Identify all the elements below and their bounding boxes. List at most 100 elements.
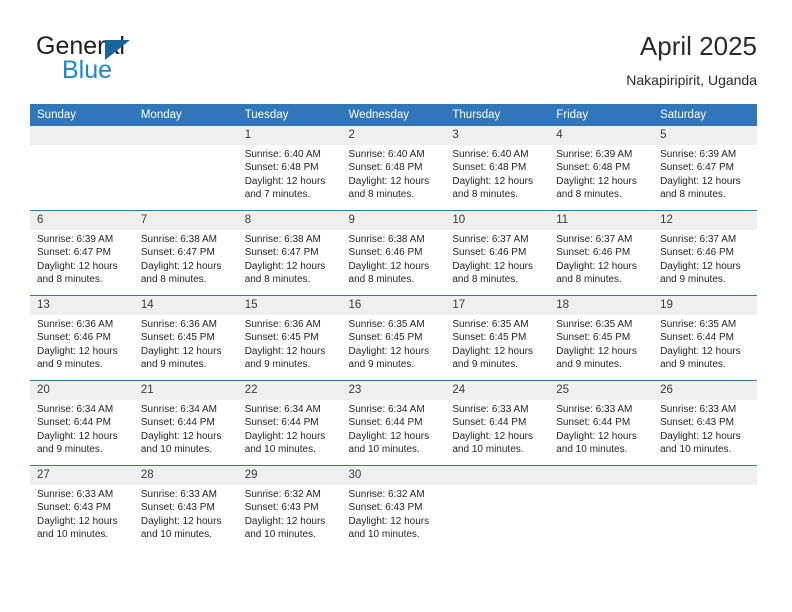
calendar-day-cell[interactable]: 16 Sunrise: 6:35 AM Sunset: 6:45 PM Dayligh… bbox=[341, 295, 446, 381]
sunset-text: Sunset: 6:45 PM bbox=[244, 332, 319, 344]
sunset-text: Sunset: 6:44 PM bbox=[140, 417, 215, 429]
day-cell-inner bbox=[549, 466, 654, 550]
calendar-day-cell[interactable]: 21 Sunrise: 6:34 AM Sunset: 6:44 PM Dayligh… bbox=[133, 380, 238, 466]
day-details: Sunrise: 6:33 AM Sunset: 6:43 PM Daylight:… bbox=[30, 485, 134, 541]
day-number: 30 bbox=[341, 466, 446, 485]
calendar-day-cell[interactable]: 13 Sunrise: 6:36 AM Sunset: 6:46 PM Dayligh… bbox=[30, 295, 134, 381]
calendar-day-cell[interactable]: 2 Sunrise: 6:40 AM Sunset: 6:48 PM Daylight… bbox=[341, 126, 446, 211]
daylight-text-line1: Daylight: 12 hours bbox=[140, 430, 222, 442]
calendar-day-cell[interactable]: 22 Sunrise: 6:34 AM Sunset: 6:44 PM Dayligh… bbox=[237, 380, 342, 466]
calendar-day-cell[interactable]: 20 Sunrise: 6:34 AM Sunset: 6:44 PM Dayligh… bbox=[30, 380, 134, 466]
sunset-text: Sunset: 6:48 PM bbox=[348, 162, 423, 174]
daylight-text-line1: Daylight: 12 hours bbox=[348, 260, 430, 272]
day-details: Sunrise: 6:36 AM Sunset: 6:46 PM Daylight:… bbox=[30, 315, 134, 371]
sunrise-text: Sunrise: 6:38 AM bbox=[244, 234, 321, 245]
calendar-day-cell[interactable]: 4 Sunrise: 6:39 AM Sunset: 6:48 PM Daylight… bbox=[549, 126, 654, 211]
sunset-text: Sunset: 6:43 PM bbox=[348, 502, 423, 514]
daylight-text-line2: and 10 minutes. bbox=[452, 443, 524, 455]
day-details: Sunrise: 6:37 AM Sunset: 6:46 PM Daylight:… bbox=[653, 230, 757, 286]
day-details: Sunrise: 6:35 AM Sunset: 6:45 PM Daylight:… bbox=[445, 315, 549, 371]
calendar-day-cell[interactable]: 14 Sunrise: 6:36 AM Sunset: 6:45 PM Dayligh… bbox=[133, 295, 238, 381]
day-number: 15 bbox=[237, 296, 342, 315]
calendar-day-cell[interactable]: 26 Sunrise: 6:33 AM Sunset: 6:43 PM Dayligh… bbox=[653, 380, 757, 466]
sunrise-text: Sunrise: 6:36 AM bbox=[37, 319, 114, 330]
sunset-text: Sunset: 6:43 PM bbox=[244, 502, 319, 514]
day-cell-inner: 10 Sunrise: 6:37 AM Sunset: 6:46 PM Dayligh… bbox=[445, 211, 550, 295]
calendar-cell-empty bbox=[549, 465, 654, 550]
calendar-day-cell[interactable]: 25 Sunrise: 6:33 AM Sunset: 6:44 PM Dayligh… bbox=[549, 380, 654, 466]
weekday-header-sunday: Sunday bbox=[30, 104, 134, 126]
calendar-day-cell[interactable]: 8 Sunrise: 6:38 AM Sunset: 6:47 PM Daylight… bbox=[237, 210, 342, 296]
day-cell-inner bbox=[445, 466, 550, 550]
sunset-text: Sunset: 6:45 PM bbox=[556, 332, 631, 344]
weekday-header-monday: Monday bbox=[133, 104, 238, 126]
daylight-text-line2: and 9 minutes. bbox=[452, 358, 518, 370]
day-cell-inner: 27 Sunrise: 6:33 AM Sunset: 6:43 PM Dayligh… bbox=[30, 466, 134, 550]
calendar-day-cell[interactable]: 19 Sunrise: 6:35 AM Sunset: 6:44 PM Dayligh… bbox=[653, 295, 757, 381]
sunset-text: Sunset: 6:45 PM bbox=[140, 332, 215, 344]
daylight-text-line1: Daylight: 12 hours bbox=[244, 175, 326, 187]
daylight-text-line1: Daylight: 12 hours bbox=[140, 515, 222, 527]
day-cell-inner: 1 Sunrise: 6:40 AM Sunset: 6:48 PM Daylight… bbox=[237, 126, 342, 210]
calendar-day-cell[interactable]: 11 Sunrise: 6:37 AM Sunset: 6:46 PM Dayligh… bbox=[549, 210, 654, 296]
brand-name-blue: Blue bbox=[62, 56, 113, 84]
weekday-header-saturday: Saturday bbox=[653, 104, 757, 126]
calendar-day-cell[interactable]: 28 Sunrise: 6:33 AM Sunset: 6:43 PM Dayligh… bbox=[133, 465, 238, 550]
sunset-text: Sunset: 6:44 PM bbox=[452, 417, 527, 429]
calendar-day-cell[interactable]: 10 Sunrise: 6:37 AM Sunset: 6:46 PM Dayligh… bbox=[445, 210, 550, 296]
day-cell-inner: 9 Sunrise: 6:38 AM Sunset: 6:46 PM Daylight… bbox=[341, 211, 446, 295]
weekday-header-tuesday: Tuesday bbox=[237, 104, 342, 126]
calendar-day-cell[interactable]: 5 Sunrise: 6:39 AM Sunset: 6:47 PM Daylight… bbox=[653, 126, 757, 211]
title-block: April 2025 Nakapiripirit, Uganda bbox=[626, 30, 757, 90]
general-blue-logo[interactable]: General Blue bbox=[36, 33, 266, 91]
day-cell-inner: 29 Sunrise: 6:32 AM Sunset: 6:43 PM Dayligh… bbox=[237, 466, 342, 550]
calendar-day-cell[interactable]: 7 Sunrise: 6:38 AM Sunset: 6:47 PM Daylight… bbox=[133, 210, 238, 296]
calendar-day-cell[interactable]: 12 Sunrise: 6:37 AM Sunset: 6:46 PM Dayligh… bbox=[653, 210, 757, 296]
sunset-text: Sunset: 6:44 PM bbox=[660, 332, 734, 344]
day-cell-inner: 11 Sunrise: 6:37 AM Sunset: 6:46 PM Dayligh… bbox=[549, 211, 654, 295]
daylight-text-line2: and 10 minutes. bbox=[348, 443, 420, 455]
daylight-text-line2: and 8 minutes. bbox=[140, 273, 207, 285]
calendar-day-cell[interactable]: 29 Sunrise: 6:32 AM Sunset: 6:43 PM Dayligh… bbox=[237, 465, 342, 550]
daylight-text-line1: Daylight: 12 hours bbox=[556, 345, 637, 357]
day-cell-inner: 19 Sunrise: 6:35 AM Sunset: 6:44 PM Dayligh… bbox=[653, 296, 757, 380]
calendar-day-cell[interactable]: 30 Sunrise: 6:32 AM Sunset: 6:43 PM Dayligh… bbox=[341, 465, 446, 550]
day-cell-inner bbox=[30, 126, 134, 210]
daylight-text-line1: Daylight: 12 hours bbox=[348, 430, 430, 442]
sunrise-text: Sunrise: 6:38 AM bbox=[140, 234, 217, 245]
daylight-text-line1: Daylight: 12 hours bbox=[37, 260, 118, 272]
page-header: General Blue April 2025 Nakapiripirit, U… bbox=[0, 0, 792, 100]
day-details: Sunrise: 6:33 AM Sunset: 6:43 PM Daylight:… bbox=[653, 400, 757, 456]
calendar-day-cell[interactable]: 18 Sunrise: 6:35 AM Sunset: 6:45 PM Dayligh… bbox=[549, 295, 654, 381]
calendar-day-cell[interactable]: 6 Sunrise: 6:39 AM Sunset: 6:47 PM Daylight… bbox=[30, 210, 134, 296]
day-cell-inner: 24 Sunrise: 6:33 AM Sunset: 6:44 PM Dayligh… bbox=[445, 381, 550, 465]
day-details: Sunrise: 6:33 AM Sunset: 6:43 PM Daylight:… bbox=[134, 485, 238, 541]
day-details: Sunrise: 6:40 AM Sunset: 6:48 PM Daylight:… bbox=[445, 145, 549, 201]
calendar-day-cell[interactable]: 1 Sunrise: 6:40 AM Sunset: 6:48 PM Daylight… bbox=[237, 126, 342, 211]
day-number: 29 bbox=[237, 466, 342, 485]
sunrise-text: Sunrise: 6:37 AM bbox=[660, 234, 737, 245]
daylight-text-line2: and 10 minutes. bbox=[244, 528, 316, 540]
calendar-day-cell[interactable]: 9 Sunrise: 6:38 AM Sunset: 6:46 PM Daylight… bbox=[341, 210, 446, 296]
day-details: Sunrise: 6:40 AM Sunset: 6:48 PM Daylight:… bbox=[238, 145, 342, 201]
daylight-text-line2: and 7 minutes. bbox=[244, 188, 311, 200]
calendar-day-cell[interactable]: 17 Sunrise: 6:35 AM Sunset: 6:45 PM Dayligh… bbox=[445, 295, 550, 381]
calendar-day-cell[interactable]: 24 Sunrise: 6:33 AM Sunset: 6:44 PM Dayligh… bbox=[445, 380, 550, 466]
sunset-text: Sunset: 6:45 PM bbox=[348, 332, 423, 344]
calendar-day-cell[interactable]: 15 Sunrise: 6:36 AM Sunset: 6:45 PM Dayligh… bbox=[237, 295, 342, 381]
calendar-day-cell[interactable]: 23 Sunrise: 6:34 AM Sunset: 6:44 PM Dayligh… bbox=[341, 380, 446, 466]
day-number: 23 bbox=[341, 381, 446, 400]
day-number: 7 bbox=[133, 211, 238, 230]
daylight-text-line2: and 9 minutes. bbox=[37, 443, 103, 455]
day-cell-inner: 2 Sunrise: 6:40 AM Sunset: 6:48 PM Daylight… bbox=[341, 126, 446, 210]
calendar-day-cell[interactable]: 27 Sunrise: 6:33 AM Sunset: 6:43 PM Dayligh… bbox=[30, 465, 134, 550]
sunset-text: Sunset: 6:47 PM bbox=[660, 162, 734, 174]
sunset-text: Sunset: 6:46 PM bbox=[452, 247, 527, 259]
daylight-text-line2: and 8 minutes. bbox=[660, 188, 726, 200]
calendar-day-cell[interactable]: 3 Sunrise: 6:40 AM Sunset: 6:48 PM Daylight… bbox=[445, 126, 550, 211]
daylight-text-line2: and 10 minutes. bbox=[140, 528, 213, 540]
daylight-text-line2: and 9 minutes. bbox=[660, 358, 726, 370]
day-number: 6 bbox=[30, 211, 134, 230]
sunrise-text: Sunrise: 6:37 AM bbox=[452, 234, 529, 245]
daylight-text-line1: Daylight: 12 hours bbox=[244, 430, 326, 442]
